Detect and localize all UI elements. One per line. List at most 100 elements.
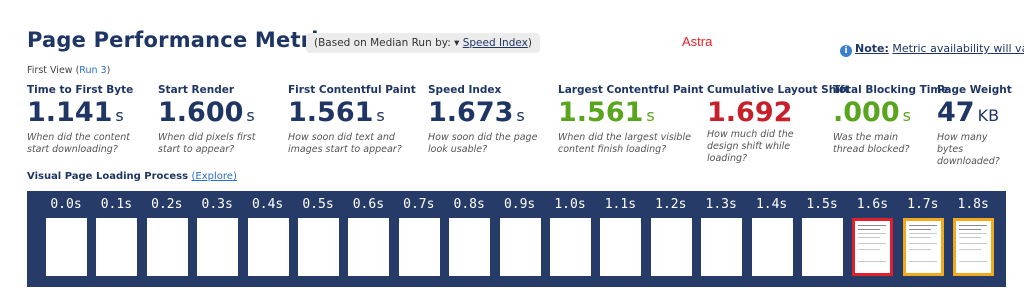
filmstrip-frame[interactable] xyxy=(499,218,541,276)
frame-content-line xyxy=(858,237,881,238)
filmstrip-frame[interactable] xyxy=(600,218,642,276)
frame-content-line xyxy=(959,233,988,234)
median-suffix: ) xyxy=(527,37,532,49)
frame-time-label: 1.8s xyxy=(957,197,989,212)
filmstrip-frame[interactable] xyxy=(449,218,491,276)
metric-note[interactable]: iNote: Metric availability will vary xyxy=(840,42,1024,57)
filmstrip-frame[interactable] xyxy=(902,218,944,276)
metric-number: 1.561 xyxy=(288,97,374,128)
metric-description: Was the main thread blocked? xyxy=(833,132,910,155)
frame-content-line xyxy=(858,249,881,250)
filmstrip-frame[interactable] xyxy=(852,218,894,276)
metric-largest-contentful-paint: Largest Contentful Paint 1.561 s When did t… xyxy=(558,84,704,156)
metric-value: 1.141 s xyxy=(27,98,150,131)
frame-content-line xyxy=(858,261,887,262)
metric-label: Start Render xyxy=(158,84,235,96)
filmstrip-frame[interactable] xyxy=(650,218,692,276)
first-view-suffix: ) xyxy=(106,65,111,76)
note-label[interactable]: Note: xyxy=(855,42,889,55)
filmstrip-frame[interactable] xyxy=(398,218,440,276)
metric-value: 1.561 s xyxy=(558,98,699,131)
filmstrip-frame[interactable] xyxy=(247,218,289,276)
explore-link[interactable]: Explore xyxy=(195,171,233,182)
frame-content-line xyxy=(858,225,887,226)
metric-value: 47 KB xyxy=(937,98,1010,131)
filmstrip-frame[interactable] xyxy=(802,218,843,276)
median-run-selector[interactable]: (Based on Median Run by: ▾ Speed Index) xyxy=(306,33,540,53)
metric-page-weight: Page Weight 47 KB How many bytes downloaded… xyxy=(937,84,1012,168)
metric-description: How soon did the page look usable? xyxy=(428,132,538,155)
filmstrip-frame[interactable] xyxy=(197,218,239,276)
metric-value: .000 s xyxy=(833,98,929,131)
metric-description: When did pixels first start to appear? xyxy=(158,132,256,155)
frame-content-line xyxy=(908,233,937,234)
note-text[interactable]: Metric availability will vary xyxy=(892,42,1024,55)
metric-label: Total Blocking Time xyxy=(833,84,949,96)
metric-description: How soon did text and images start to ap… xyxy=(288,132,402,155)
metric-value: 1.600 s xyxy=(158,98,280,131)
filmstrip-frame[interactable] xyxy=(348,218,390,276)
metric-unit: KB xyxy=(977,106,1000,125)
metric-description: How much did the design shift while load… xyxy=(707,129,794,164)
info-icon: i xyxy=(840,45,852,57)
frame-content-line xyxy=(959,261,988,262)
frame-content-line xyxy=(908,261,937,262)
metric-number: 1.673 xyxy=(428,97,514,128)
metric-value: 1.561 s xyxy=(288,98,420,131)
median-prefix: (Based on Median Run by: ▾ xyxy=(314,37,460,49)
metric-unit: s xyxy=(115,106,124,125)
filmstrip-frame[interactable] xyxy=(96,218,138,276)
metric-label: Largest Contentful Paint xyxy=(558,84,704,96)
metric-value: 1.673 s xyxy=(428,98,550,131)
frame-content-line xyxy=(908,249,931,250)
metric-number: 1.141 xyxy=(27,97,113,128)
page-title: Page Performance Metrics xyxy=(27,28,344,52)
frame-content-line xyxy=(858,229,881,230)
filmstrip-frame[interactable] xyxy=(298,218,339,276)
metric-number: 1.692 xyxy=(707,97,793,128)
metric-number: .000 xyxy=(833,97,900,128)
metric-unit: s xyxy=(902,106,911,125)
filmstrip-frame[interactable] xyxy=(46,218,87,276)
metric-label: Cumulative Layout Shift xyxy=(707,84,850,96)
metric-description: When did the largest visible content fin… xyxy=(558,132,691,155)
visual-progress-label: Visual Page Loading Process xyxy=(27,171,189,182)
frame-content-line xyxy=(858,243,887,244)
metric-number: 47 xyxy=(937,97,975,128)
frame-content-line xyxy=(959,229,982,230)
frame-content-line xyxy=(959,249,982,250)
explore-suffix: ) xyxy=(232,171,237,182)
first-view-prefix: First View ( xyxy=(27,65,80,76)
metric-description: How many bytes downloaded? xyxy=(937,132,1000,167)
frame-content-line xyxy=(959,225,988,226)
filmstrip-frame[interactable] xyxy=(146,218,188,276)
metric-label: Time to First Byte xyxy=(27,84,134,96)
metric-total-blocking-time: Total Blocking Time .000 s Was the main thr… xyxy=(833,84,949,156)
metric-first-contentful-paint: First Contentful Paint 1.561 s How soon did… xyxy=(288,84,420,156)
metric-unit: s xyxy=(246,106,255,125)
filmstrip-frame[interactable] xyxy=(751,218,793,276)
metric-label: First Contentful Paint xyxy=(288,84,416,96)
filmstrip-frame[interactable] xyxy=(701,218,743,276)
metric-unit: s xyxy=(646,106,655,125)
metric-number: 1.600 xyxy=(158,97,244,128)
run-link[interactable]: Run 3 xyxy=(79,65,106,76)
filmstrip: 0.0s 0.1s 0.2s 0.3s 0.4s 0.5s 0.6s 0.7s 0.8s 0.9s… xyxy=(27,191,1006,287)
first-view-label: First View (Run 3) xyxy=(27,65,110,76)
metric-label: Page Weight xyxy=(937,84,1012,96)
frame-content-line xyxy=(959,243,988,244)
filmstrip-frame[interactable] xyxy=(953,218,995,276)
explore-link-wrapper[interactable]: (Explore) xyxy=(192,171,237,182)
metric-start-render: Start Render 1.600 s When did pixels first … xyxy=(158,84,280,156)
metric-time-to-first-byte: Time to First Byte 1.141 s When did the con… xyxy=(27,84,150,156)
median-metric-link[interactable]: Speed Index xyxy=(463,37,528,49)
filmstrip-frame[interactable] xyxy=(550,218,591,276)
metric-unit: s xyxy=(376,106,385,125)
frame-content-line xyxy=(908,225,937,226)
metric-speed-index: Speed Index 1.673 s How soon did the page l… xyxy=(428,84,550,156)
metric-description: When did the content start downloading? xyxy=(27,132,131,155)
frame-content-line xyxy=(908,229,931,230)
site-label: Astra xyxy=(682,34,713,49)
metric-value: 1.692 xyxy=(707,98,825,128)
metric-cumulative-layout-shift: Cumulative Layout Shift 1.692 How much did… xyxy=(707,84,850,165)
